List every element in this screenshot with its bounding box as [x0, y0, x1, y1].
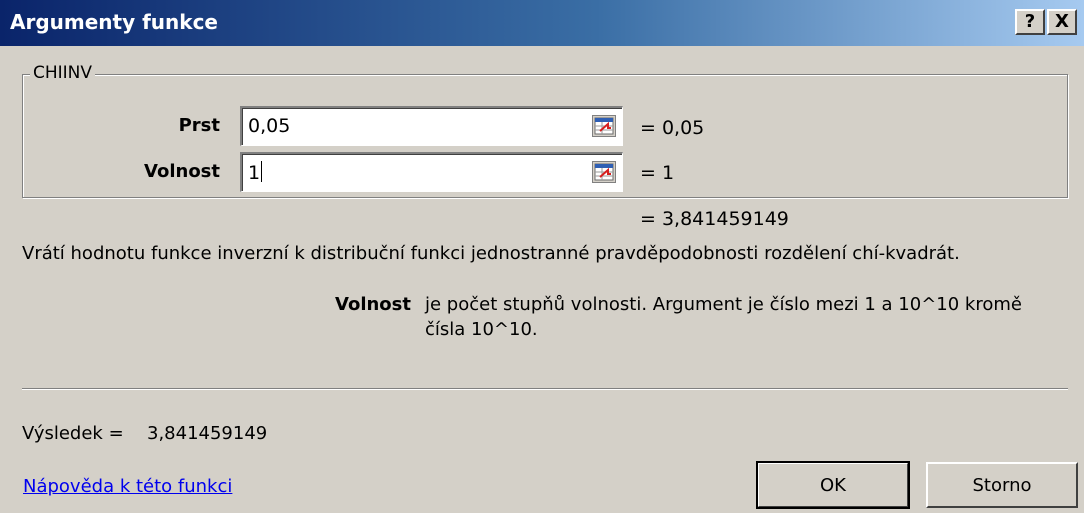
- argument-help-line2: čísla 10^10.: [425, 319, 538, 340]
- collapse-dialog-icon[interactable]: [592, 161, 616, 183]
- function-description: Vrátí hodnotu funkce inverzní k distribu…: [22, 243, 960, 264]
- close-button[interactable]: X: [1047, 9, 1077, 35]
- help-button[interactable]: ?: [1015, 9, 1045, 35]
- cancel-button[interactable]: Storno: [926, 462, 1078, 508]
- help-link[interactable]: Nápověda k této funkci: [23, 476, 232, 497]
- prst-input[interactable]: 0,05: [240, 106, 623, 146]
- argument-help-name: Volnost: [335, 294, 411, 315]
- result-value: 3,841459149: [147, 423, 268, 444]
- volnost-input[interactable]: 1: [240, 152, 623, 192]
- arg-label-prst: Prst: [178, 115, 220, 136]
- collapse-dialog-icon[interactable]: [592, 115, 616, 137]
- function-arguments-dialog: Argumenty funkce ? X CHIINV Prst 0,05 = …: [0, 0, 1084, 513]
- dialog-title: Argumenty funkce: [10, 10, 218, 34]
- volnost-result: = 1: [640, 162, 675, 184]
- text-caret: [261, 161, 263, 182]
- title-bar[interactable]: Argumenty funkce ? X: [0, 0, 1084, 46]
- separator: [22, 388, 1068, 390]
- arg-label-volnost: Volnost: [144, 161, 220, 182]
- formula-result: = 3,841459149: [640, 208, 789, 230]
- volnost-input-text: 1: [248, 161, 263, 184]
- function-name: CHIINV: [30, 63, 96, 83]
- volnost-input-value: 1: [248, 162, 261, 184]
- result-label: Výsledek =: [22, 423, 124, 444]
- prst-input-value: 0,05: [248, 115, 291, 137]
- prst-result: = 0,05: [640, 117, 705, 139]
- ok-button[interactable]: OK: [756, 461, 910, 509]
- argument-help-line1: je počet stupňů volnosti. Argument je čí…: [425, 294, 1022, 315]
